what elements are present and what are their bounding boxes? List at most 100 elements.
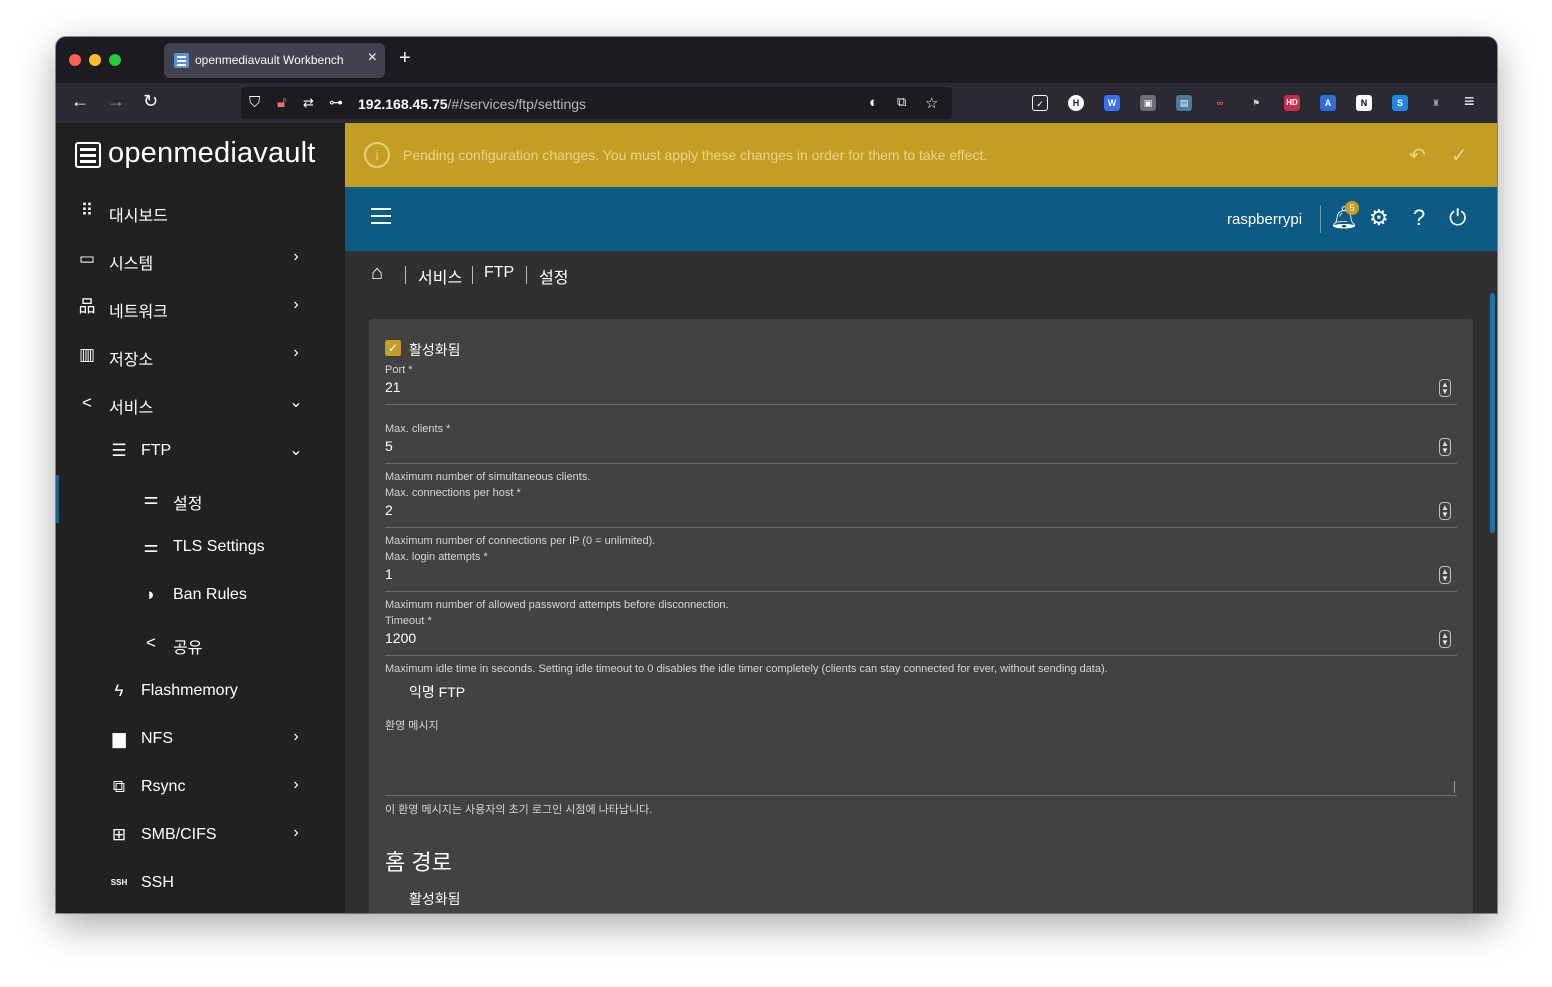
port-label: Port * <box>385 364 413 376</box>
browser-window: openmediavault Workbench × + ← → ↻ ⛉ 🔓︎ … <box>56 37 1497 913</box>
gear-icon[interactable]: ⚙ <box>1369 205 1389 231</box>
close-window-button[interactable] <box>69 54 81 66</box>
port-stepper[interactable]: ▲ ▼ <box>1439 379 1451 397</box>
timeout-label: Timeout * <box>385 615 432 627</box>
breadcrumb-item[interactable]: 서비스 <box>418 264 462 288</box>
field-underline <box>385 463 1457 464</box>
info-icon: i <box>364 142 390 168</box>
notion-extension-icon[interactable]: N <box>1356 95 1372 111</box>
max-clients-stepper[interactable]: ▲ ▼ <box>1439 438 1451 456</box>
sidebar-item-label: 시스템 <box>109 256 154 273</box>
reload-icon[interactable]: ↻ <box>143 91 158 112</box>
new-tab-icon[interactable]: + <box>399 47 411 70</box>
sidebar-item-system[interactable]: ▭ 시스템 › <box>56 235 345 283</box>
sidebar-item-storage[interactable]: ▥ 저장소 › <box>56 331 345 379</box>
pending-changes-banner: i Pending configuration changes. You mus… <box>345 123 1497 187</box>
sidebar-item-dashboard[interactable]: ⠿ 대시보드 <box>56 187 345 235</box>
browser-tab[interactable]: openmediavault Workbench × <box>164 43 385 78</box>
glasses-extension-icon[interactable]: ∞ <box>1212 95 1228 111</box>
pocket-icon[interactable]: ✓ <box>1032 95 1048 111</box>
insecure-lock-icon[interactable]: 🔓︎ <box>277 94 287 111</box>
omv-app: openmediavault ⠿ 대시보드 ▭ 시스템 › 品 네트워크 › ▥… <box>56 123 1497 913</box>
forward-icon[interactable]: → <box>107 91 125 112</box>
enabled-checkbox[interactable]: ✓ <box>385 340 401 356</box>
sidebar-item-shares[interactable]: < 공유 <box>56 619 345 667</box>
field-underline <box>385 655 1457 656</box>
sidebar-item-label: 저장소 <box>109 352 154 369</box>
app-menu-icon[interactable]: ≡ <box>1464 91 1475 112</box>
chevron-down-icon: ⌄ <box>289 394 303 411</box>
undo-icon[interactable]: ↶ <box>1409 143 1426 168</box>
main-content: i Pending configuration changes. You mus… <box>345 123 1497 913</box>
ssh-icon: SSH <box>110 878 128 887</box>
permissions-icon[interactable]: ⇄ <box>303 95 314 111</box>
max-connections-hint: Maximum number of connections per IP (0 … <box>385 535 656 547</box>
sidebar-item-label: FTP <box>141 442 172 459</box>
welcome-message-field[interactable]: 환영 메시지 <box>385 717 1457 797</box>
sidebar-item-flashmemory[interactable]: ϟ Flashmemory <box>56 667 345 715</box>
badge-extension-icon[interactable]: ♜ <box>1428 95 1444 111</box>
screenshot-extension-icon[interactable]: ▤ <box>1176 95 1192 111</box>
hostname: raspberrypi <box>1227 211 1303 228</box>
sidebar-item-ftp-settings[interactable]: ⚌ 설정 <box>56 475 345 523</box>
sidebar-item-ftp[interactable]: ☰ FTP ⌄ <box>56 427 345 475</box>
max-connections-input[interactable]: 2 <box>385 502 393 518</box>
notification-badge: 5 <box>1345 201 1359 215</box>
home-enabled-checkbox[interactable] <box>385 889 401 905</box>
help-icon[interactable]: ? <box>1413 205 1425 231</box>
breadcrumb-item: 설정 <box>539 270 569 287</box>
minimize-window-button[interactable] <box>89 54 101 66</box>
content-scrollbar[interactable] <box>1490 293 1495 533</box>
sidebar-item-ban-rules[interactable]: ◗ Ban Rules <box>56 571 345 619</box>
timeout-stepper[interactable]: ▲ ▼ <box>1439 630 1451 648</box>
sidebar-item-services[interactable]: < 서비스 ⌄ <box>56 379 345 427</box>
omv-logo-icon <box>75 142 101 168</box>
maximize-window-button[interactable] <box>109 54 121 66</box>
sidebar-item-smb[interactable]: ⊞ SMB/CIFS › <box>56 811 345 859</box>
max-login-stepper[interactable]: ▲ ▼ <box>1439 566 1451 584</box>
max-clients-input[interactable]: 5 <box>385 438 393 454</box>
shield-extension-icon[interactable]: ▣ <box>1140 95 1156 111</box>
sidebar-item-label: 대시보드 <box>109 208 168 225</box>
translator-extension-icon[interactable]: A <box>1320 95 1336 111</box>
breadcrumb-item[interactable]: FTP <box>484 264 514 282</box>
sidebar-item-ssh[interactable]: SSH SSH <box>56 859 345 907</box>
translate-icon[interactable]: ⧉ <box>897 94 906 110</box>
menu-icon[interactable] <box>371 208 391 229</box>
max-connections-stepper[interactable]: ▲ ▼ <box>1439 502 1451 520</box>
h-extension-icon[interactable]: H <box>1068 95 1084 111</box>
apply-check-icon[interactable]: ✓ <box>1451 143 1468 168</box>
tab-close-icon[interactable]: × <box>368 49 377 67</box>
sidebar-item-network[interactable]: 品 네트워크 › <box>56 283 345 331</box>
home-enabled-label: 활성화됨 <box>409 891 461 907</box>
resize-grip-icon[interactable] <box>1443 781 1455 793</box>
wz-extension-icon[interactable]: W <box>1104 95 1120 111</box>
back-icon[interactable]: ← <box>71 91 89 112</box>
timeout-hint: Maximum idle time in seconds. Setting id… <box>385 663 1108 675</box>
chevron-right-icon: › <box>293 248 299 265</box>
home-icon[interactable]: ⌂ <box>371 262 383 285</box>
tracking-shield-icon[interactable]: ⛉ <box>249 94 260 111</box>
sidebar-item-tls-settings[interactable]: ⚌ TLS Settings <box>56 523 345 571</box>
sliders-icon: ⚌ <box>143 537 159 556</box>
sidebar-item-rsync[interactable]: ⧉ Rsync › <box>56 763 345 811</box>
key-icon[interactable]: ⊶ <box>329 94 343 111</box>
sidebar-item-nfs[interactable]: ▆ NFS › <box>56 715 345 763</box>
anonymous-ftp-checkbox[interactable] <box>385 682 401 698</box>
share-icon: < <box>82 393 92 412</box>
sidebar-item-label: SMB/CIFS <box>141 826 217 843</box>
bookmark-star-icon[interactable]: ☆ <box>925 94 938 112</box>
power-icon[interactable]: ⏻ <box>1449 205 1466 231</box>
url-bar[interactable]: ⛉ 🔓︎ ⇄ ⊶ 192.168.45.75/#/services/ftp/se… <box>241 87 952 119</box>
reader-icon[interactable]: ◐ <box>869 94 878 111</box>
max-login-input[interactable]: 1 <box>385 566 393 582</box>
flag-extension-icon[interactable]: ⚑ <box>1248 95 1264 111</box>
sidebar-item-label: NFS <box>141 730 173 747</box>
chevron-right-icon: › <box>293 296 299 313</box>
port-input[interactable]: 21 <box>385 379 401 395</box>
s-extension-icon[interactable]: S <box>1392 95 1408 111</box>
hd-extension-icon[interactable]: HD <box>1284 95 1300 111</box>
share-icon: < <box>146 633 156 652</box>
url-text[interactable]: 192.168.45.75/#/services/ftp/settings <box>358 96 586 112</box>
timeout-input[interactable]: 1200 <box>385 630 416 646</box>
